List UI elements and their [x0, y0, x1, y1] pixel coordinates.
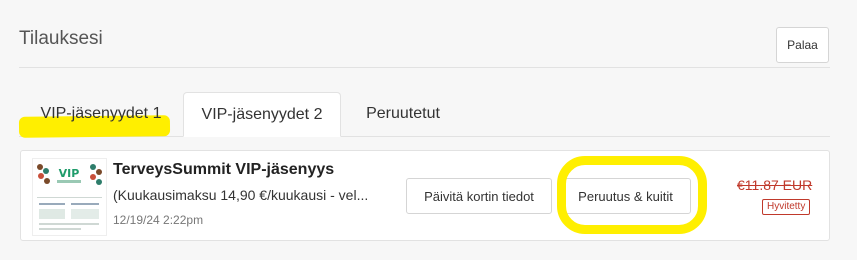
- order-date: 12/19/24 2:22pm: [113, 213, 204, 227]
- page-title: Tilauksesi: [19, 28, 103, 49]
- tab-label: VIP-jäsenyydet 2: [201, 105, 323, 123]
- product-name: TerveysSummit VIP-jäsenyys: [113, 161, 335, 178]
- order-card: VIP TerveysSummit VIP-jäsenyys (Kuukausi…: [20, 150, 830, 241]
- update-card-button[interactable]: Päivitä kortin tiedot: [406, 178, 552, 214]
- product-thumbnail: VIP: [32, 158, 107, 236]
- product-image: VIP: [33, 159, 106, 235]
- order-price: €11.87 EUR: [737, 177, 813, 193]
- product-description: (Kuukausimaksu 14,90 €/kuukausi - vel...: [113, 187, 369, 203]
- tab-vip-2[interactable]: VIP-jäsenyydet 2: [183, 92, 341, 137]
- tab-label: VIP-jäsenyydet 1: [40, 105, 162, 122]
- back-button[interactable]: Palaa: [776, 27, 829, 63]
- tab-vip-1[interactable]: VIP-jäsenyydet 1: [26, 92, 176, 136]
- tab-label: Peruutetut: [366, 105, 440, 122]
- tab-cancelled[interactable]: Peruutetut: [349, 92, 457, 136]
- thumbnail-logo-text: VIP: [59, 167, 80, 180]
- highlight-circle: [557, 156, 707, 234]
- header-divider: [19, 67, 830, 68]
- status-badge: Hyvitetty: [762, 199, 811, 215]
